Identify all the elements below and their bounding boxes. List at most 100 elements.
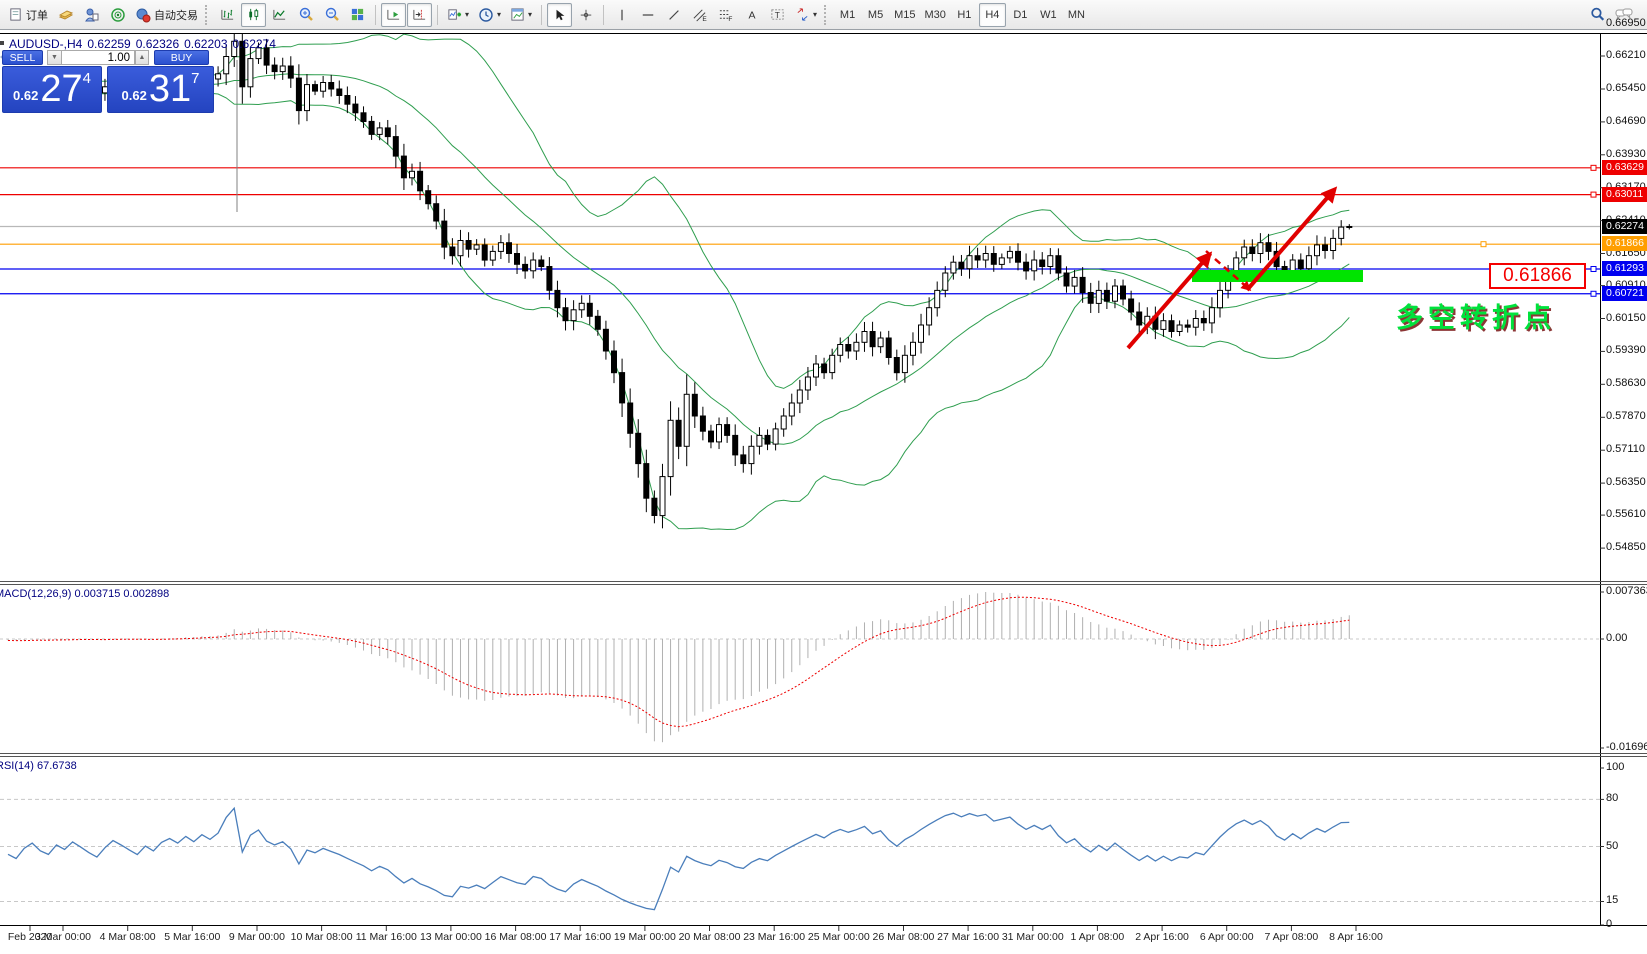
highlight-zone[interactable] <box>1192 270 1363 282</box>
auto-scroll-button[interactable] <box>381 3 406 27</box>
hline-anchor[interactable] <box>1591 192 1596 197</box>
trendline-icon <box>667 8 681 22</box>
timeframe-m30-button[interactable]: M30 <box>920 3 949 27</box>
chart-area[interactable]: AUDUSD-,H40.622590.623260.622030.62274 S… <box>0 30 1647 954</box>
arrows-tool-button[interactable]: ▾ <box>791 3 821 27</box>
timeframe-m15-button[interactable]: M15 <box>890 3 919 27</box>
price-axis-tick: 0.66210 <box>1606 49 1646 61</box>
buy-price-sup: 7 <box>191 70 199 87</box>
price-axis-tick: 0.65450 <box>1606 82 1646 94</box>
crosshair-button[interactable] <box>573 3 598 27</box>
rsi-axis-tick: 15 <box>1606 894 1618 906</box>
buy-price-big: 31 <box>149 71 191 107</box>
toolbar-grip[interactable] <box>824 5 829 25</box>
horizontal-line-tool-button[interactable] <box>635 3 660 27</box>
svg-text:A: A <box>748 9 755 21</box>
time-axis-label: 10 Mar 08:00 <box>291 931 353 943</box>
zoom-out-icon <box>324 7 340 23</box>
indicators-button[interactable]: ▾ <box>443 3 473 27</box>
chart-ohlc-label: AUDUSD-,H40.622590.623260.622030.62274 <box>9 37 281 51</box>
indicators-icon <box>447 7 462 22</box>
time-axis-label: 25 Mar 00:00 <box>808 931 870 943</box>
bollinger-band <box>8 74 1349 445</box>
auto-scroll-icon <box>386 7 401 22</box>
timeframe-m1-button[interactable]: M1 <box>834 3 861 27</box>
equidistant-channel-tool-button[interactable]: E <box>687 3 712 27</box>
toolbar-grip[interactable] <box>205 5 210 25</box>
chart-canvas <box>0 30 1647 954</box>
turning-point-annotation[interactable]: 多空转折点 <box>1396 296 1556 335</box>
rsi-axis-tick: 100 <box>1606 761 1624 773</box>
timeframe-d1-button[interactable]: D1 <box>1007 3 1034 27</box>
price-annotation-box[interactable]: 0.61866 <box>1489 263 1586 289</box>
timeframe-mn-button[interactable]: MN <box>1063 3 1090 27</box>
hline-anchor[interactable] <box>1481 242 1486 247</box>
autotrading-button[interactable]: 自动交易 <box>131 3 202 27</box>
text-label-tool-button[interactable]: T <box>765 3 790 27</box>
toolbar: 订单 自动交易 <box>0 0 1647 30</box>
hline-anchor[interactable] <box>1591 267 1596 272</box>
bar-chart-icon <box>220 7 235 22</box>
new-order-icon <box>8 7 23 22</box>
periods-caret-icon: ▾ <box>497 10 501 19</box>
timeframe-m5-button[interactable]: M5 <box>862 3 889 27</box>
sell-button[interactable]: SELL <box>2 50 43 65</box>
zoom-out-button[interactable] <box>319 3 344 27</box>
zoom-in-button[interactable] <box>293 3 318 27</box>
buy-button[interactable]: BUY <box>154 50 209 65</box>
hline-anchor[interactable] <box>1591 165 1596 170</box>
hline-anchor[interactable] <box>1591 291 1596 296</box>
toolbar-separator <box>603 5 604 25</box>
fibonacci-tool-button[interactable]: F <box>713 3 738 27</box>
candlestick-chart-button[interactable] <box>241 3 266 27</box>
sell-price-big: 27 <box>40 71 82 107</box>
volume-increase-button[interactable]: ▲ <box>135 50 149 65</box>
arrows-icon <box>795 7 810 22</box>
chart-shift-button[interactable] <box>407 3 432 27</box>
timeframe-h4-button[interactable]: H4 <box>979 3 1006 27</box>
cursor-icon <box>553 8 567 22</box>
svg-text:E: E <box>702 16 707 22</box>
ohlc-high: 0.62326 <box>136 37 179 51</box>
signals-button[interactable] <box>105 3 130 27</box>
text-icon: A <box>745 8 759 22</box>
periods-button[interactable]: ▾ <box>474 3 505 27</box>
price-axis-tick: 0.55610 <box>1606 508 1646 520</box>
bar-chart-button[interactable] <box>215 3 240 27</box>
price-axis-tick: 0.58630 <box>1606 377 1646 389</box>
ohlc-low: 0.62203 <box>184 37 227 51</box>
macd-axis-tick: 0.007363 <box>1606 585 1647 597</box>
time-axis-label: 5 Mar 16:00 <box>164 931 220 943</box>
timeframe-h1-button[interactable]: H1 <box>951 3 978 27</box>
sell-price-button[interactable]: 0.62274 <box>2 66 102 113</box>
price-axis-tick: 0.64690 <box>1606 115 1646 127</box>
svg-text:F: F <box>728 16 732 22</box>
market-watch-button[interactable] <box>53 3 78 27</box>
line-chart-button[interactable] <box>267 3 292 27</box>
trendline-tool-button[interactable] <box>661 3 686 27</box>
text-tool-button[interactable]: A <box>739 3 764 27</box>
cursor-button[interactable] <box>547 3 572 27</box>
templates-icon <box>510 7 525 22</box>
fibonacci-icon: F <box>718 7 733 22</box>
vertical-line-tool-button[interactable] <box>609 3 634 27</box>
profile-button[interactable] <box>79 3 104 27</box>
svg-text:T: T <box>775 10 780 20</box>
templates-button[interactable]: ▾ <box>506 3 536 27</box>
indicators-caret-icon: ▾ <box>465 10 469 19</box>
templates-caret-icon: ▾ <box>528 10 532 19</box>
volume-input[interactable]: 1.00 <box>61 50 135 65</box>
price-badge-0.61293: 0.61293 <box>1602 261 1647 276</box>
tile-windows-button[interactable] <box>345 3 370 27</box>
rsi-line <box>8 808 1349 909</box>
horizontal-line-icon <box>641 8 655 22</box>
buy-price-prefix: 0.62 <box>122 88 147 103</box>
buy-price-button[interactable]: 0.62317 <box>107 66 214 113</box>
profile-icon <box>84 7 100 23</box>
new-order-button[interactable]: 订单 <box>4 3 52 27</box>
time-axis-label: 9 Mar 00:00 <box>229 931 285 943</box>
time-axis-label: 4 Mar 08:00 <box>100 931 156 943</box>
text-label-icon: T <box>770 7 785 22</box>
volume-decrease-button[interactable]: ▼ <box>47 50 61 65</box>
timeframe-w1-button[interactable]: W1 <box>1035 3 1062 27</box>
